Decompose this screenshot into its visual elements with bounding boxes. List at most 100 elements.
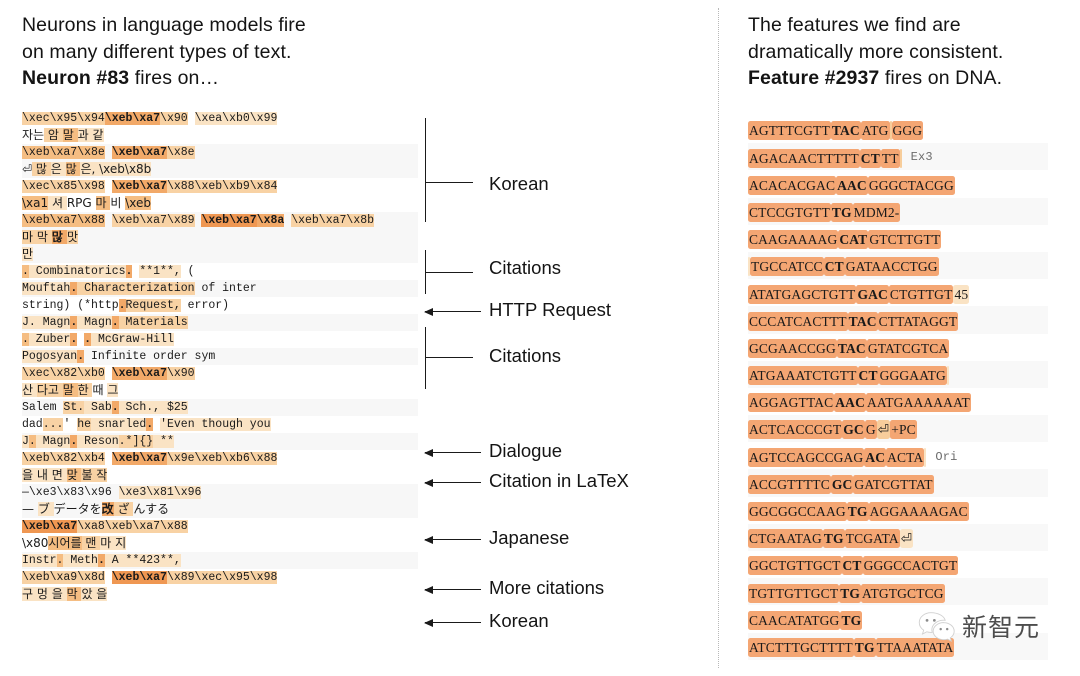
right-header-line2: dramatically more consistent. [748,40,1004,63]
annotation-label: Korean [489,173,549,194]
activation-token: \xeb\x82\xb4 [22,452,105,465]
dna-row-tail-text: Ex3 [910,150,933,165]
dna-sequence-row: ATGAAATCTGTT CT GGGAATG [748,360,1048,388]
dna-token: G [864,420,877,440]
activation-text-line: \xeb\xa7\x88 \xeb\xa7\x89 \xeb\xa7\x8a \… [22,212,418,229]
dna-sequence-row: GGCGGCCAAG TG AGGAAAAGAC [748,497,1048,524]
activation-text-row: —\xe3\x83\x96 \xe3\x81\x96 — ブ データを改 ざ ん… [22,484,418,518]
dna-token: GATCGTTAT [853,474,934,494]
activation-token: \xeb\xa7 [201,214,257,227]
activation-token: Salem [22,401,64,414]
annotation-arrow [424,478,481,487]
activation-text-line: \xeb\xa9\x8d \xeb\xa7\x89\xec\x95\x98 [22,569,418,586]
annotation-arrow [424,307,481,316]
left-header-line1: Neurons in language models fire [22,14,306,36]
left-header-bold: Neuron #83 [22,67,130,89]
dna-token: TGTTGTTGCT [748,583,840,603]
dna-token: CAACATATGG [748,610,841,630]
activation-text-row: \xeb\xa7\x8e \xeb\xa7\x8e ⏎ 많 은 많 은, \xeb… [22,144,418,178]
annotation-arrow [424,585,481,594]
activation-token: んする [133,502,170,516]
right-header-rest: fires on DNA. [879,67,1003,89]
dna-motif-token: TG [853,637,876,657]
activation-token: 자는 [22,128,45,142]
dna-row-tail-text: Ori [935,449,958,464]
dna-token: AGGAGTTAC [748,393,835,413]
activation-text-line: \xeb\xa7\x8e \xeb\xa7\x8e [22,144,418,161]
activation-text-row: \xec\x85\x98 \xeb\xa7\x88\xeb\xb9\x84 \xa… [22,178,418,212]
activation-text-line: string) (*http.Request, error) [22,297,418,314]
annotation-bracket [425,327,473,389]
activation-text-row: Instr. Meth. A **423**, [22,552,418,569]
activation-token: 많 [51,230,67,244]
activation-text-line: \xec\x95\x94\xeb\xa7\x90 \xea\xb0\x99 [22,110,418,127]
dna-motif-token: TAC [836,338,867,358]
dna-token: CTTATAGGT [877,311,959,331]
dna-motif-token: TG [840,610,863,630]
dna-token: TT [880,148,900,168]
activation-token: 말 [62,383,78,397]
dna-motif-token: CT [841,556,863,576]
activation-token: ⏎ [22,162,33,176]
activation-token: \x8a [256,214,285,227]
dna-token: GGGCTACGG [867,175,955,195]
annotation-label: Citations [489,345,561,366]
dna-token: GCGAACCGG [748,338,837,358]
activation-token [188,112,195,125]
annotation-label: More citations [489,577,605,598]
activation-text-line: 마 막 많 맛 [22,229,418,246]
dna-token: CAAGAAAAG [748,230,839,250]
activation-token: 을 [22,468,34,482]
activation-token: 면 [51,468,67,482]
activation-text-line: —\xe3\x83\x96 \xe3\x81\x96 [22,484,418,501]
activation-token: 셔 [48,196,67,210]
activation-token: 불 [81,468,97,482]
activation-text-line: 구 멍 을 막 았 을 [22,586,418,603]
activation-token: he [77,418,92,431]
dna-motif-token: GC [830,474,854,494]
activation-token [105,146,112,159]
activation-token: 한 [77,383,93,397]
dna-token: MDM2- [852,202,901,222]
activation-token [105,571,112,584]
activation-token: A **423**, [104,554,181,567]
activation-token: \xeb\xa7 [22,520,78,533]
activation-token: \x88\xeb\xb9\x84 [166,180,278,193]
activation-token: \xeb [125,196,151,210]
activation-token: 맛 [66,230,78,244]
dna-token: GGCTGTTGCT [748,556,842,576]
activation-token: \x90 [166,367,195,380]
activation-token: 을 [96,587,108,601]
activation-token: dad [22,418,43,431]
activation-text-line: J. Magn. Magn. Materials [22,314,418,331]
activation-text-line: 자는 암 말 과 같 [22,127,418,144]
activation-token: 내 [33,468,52,482]
activation-token: 암 [44,128,63,142]
dna-token: ACTA [886,447,925,467]
dna-token: AGTTTCGTT [748,121,831,141]
activation-token: . [84,333,92,346]
activation-token: Magn [35,316,71,329]
activation-text-line: ⏎ 많 은 많 은, \xeb\x8b [22,161,418,178]
activation-token: . [111,316,119,329]
right-panel-header: The features we find are dramatically mo… [748,12,1078,92]
activation-token: . [118,299,126,312]
activation-token [105,452,112,465]
right-header-line1: The features we find are [748,14,961,36]
dna-sequence-row: AGGAGTTAC AAC AATGAAAAAAT [748,388,1048,415]
annotation-label: Korean [489,610,549,631]
dna-sequence-row: TGCCATCC CT GATAACCTGG [748,251,1048,280]
activation-text-line: J. Magn. Reson.*]{} ** [22,433,418,450]
activation-text-row: Pogosyan. Infinite order sym [22,348,418,365]
activation-text-line: \xec\x82\xb0 \xeb\xa7\x90 [22,365,418,382]
dna-motif-token: CT [859,148,881,168]
activation-token: 막 [36,230,52,244]
activation-token: Mouftah [22,282,71,295]
activation-token: St. [63,401,85,414]
dna-motif-token: AAC [836,175,868,195]
activation-token: 을 [51,587,67,601]
activation-token [105,367,112,380]
activation-token: 았 [81,587,97,601]
dna-motif-token: CAT [838,230,869,250]
activation-token: — [22,502,38,516]
